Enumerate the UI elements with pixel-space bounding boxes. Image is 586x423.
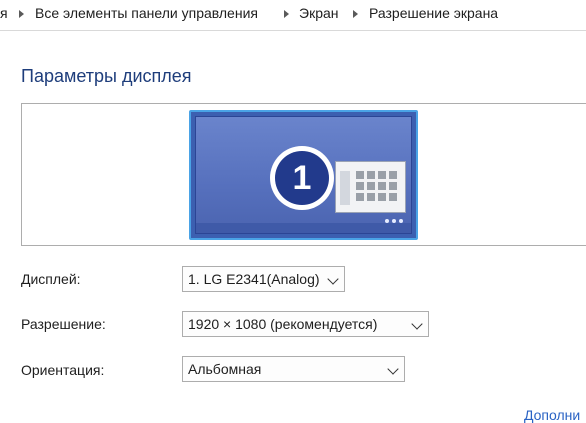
breadcrumb-separator-icon[interactable] xyxy=(353,10,358,18)
orientation-select[interactable]: Альбомная xyxy=(182,356,405,382)
chevron-down-icon xyxy=(327,273,339,285)
window-grid-icon xyxy=(335,161,406,213)
display-select[interactable]: 1. LG E2341(Analog) xyxy=(182,266,345,292)
breadcrumb-item-resolution[interactable]: Разрешение экрана xyxy=(369,5,498,21)
monitor-number-badge: 1 xyxy=(270,146,334,210)
breadcrumb-item-control-panel[interactable]: Все элементы панели управления xyxy=(35,5,258,21)
breadcrumb-separator-icon[interactable] xyxy=(19,10,24,18)
chevron-down-icon xyxy=(411,318,423,330)
resolution-select-value: 1920 × 1080 (рекомендуется) xyxy=(188,316,378,332)
resolution-select[interactable]: 1920 × 1080 (рекомендуется) xyxy=(182,311,429,337)
monitor-number: 1 xyxy=(275,151,329,205)
breadcrumb-item-screen[interactable]: Экран xyxy=(299,5,339,21)
advanced-settings-link[interactable]: Дополни xyxy=(524,407,580,423)
monitor-taskbar xyxy=(196,219,411,233)
address-bar[interactable]: я Все элементы панели управления Экран Р… xyxy=(0,0,586,31)
chevron-down-icon xyxy=(387,363,399,375)
display-label: Дисплей: xyxy=(21,271,81,287)
orientation-select-value: Альбомная xyxy=(188,361,262,377)
resolution-label: Разрешение: xyxy=(21,316,106,332)
breadcrumb-item-partial[interactable]: я xyxy=(0,5,8,21)
breadcrumb-separator-icon[interactable] xyxy=(284,10,289,18)
display-select-value: 1. LG E2341(Analog) xyxy=(188,271,320,287)
page-title: Параметры дисплея xyxy=(21,66,192,86)
orientation-label: Ориентация: xyxy=(21,362,105,378)
